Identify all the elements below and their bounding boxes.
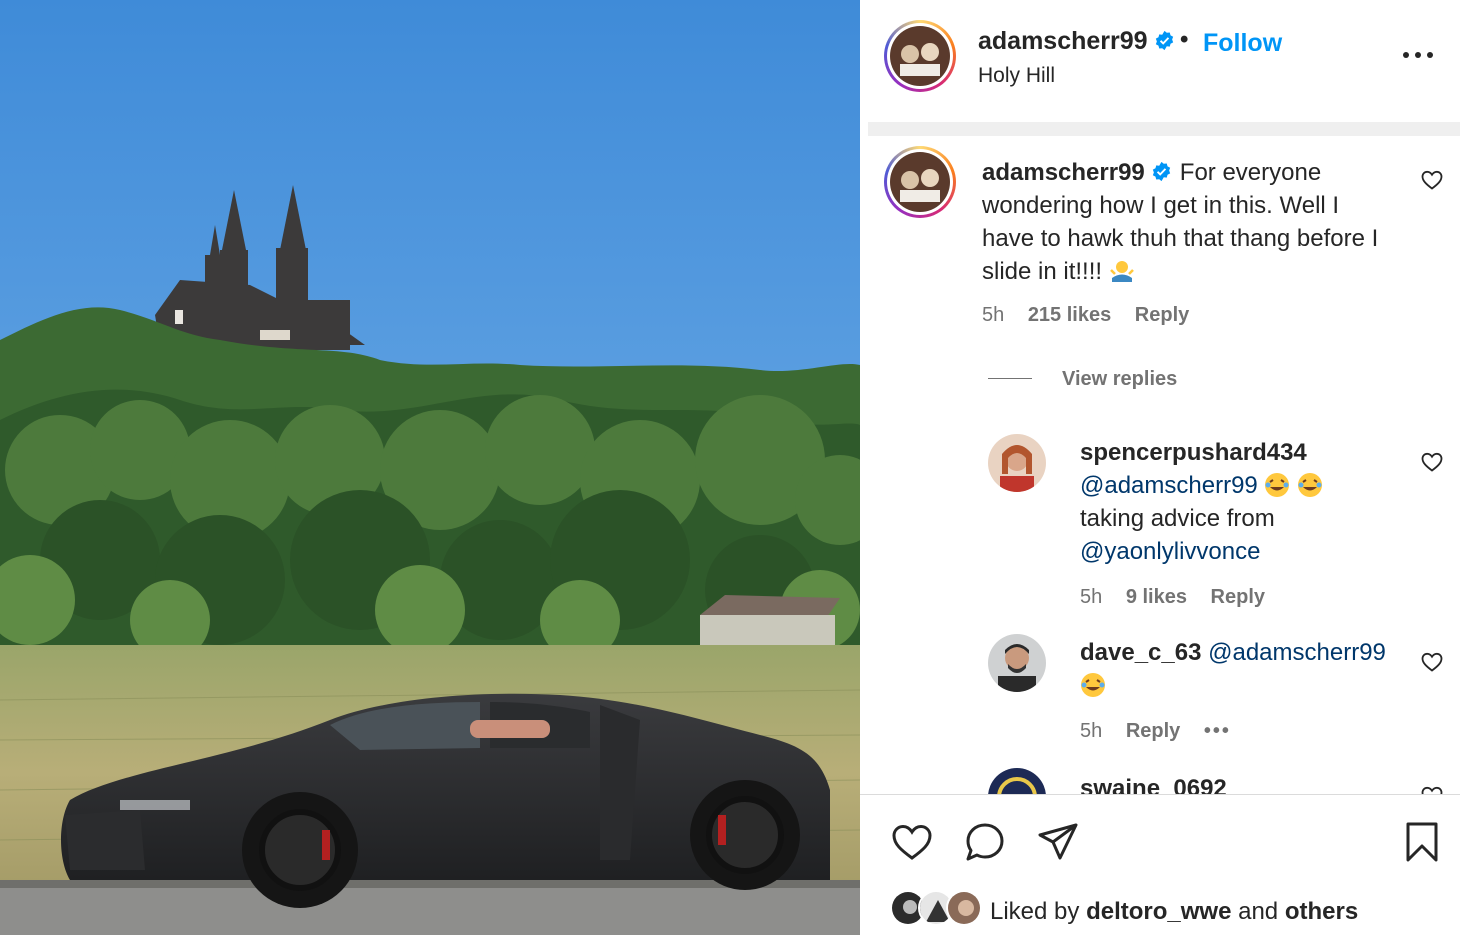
comments-list[interactable]: adamscherr99 For everyone wondering how I…	[860, 136, 1460, 794]
reply-mention[interactable]: @yaonlylivvonce	[1080, 538, 1260, 565]
liked-by-and: and	[1238, 898, 1279, 925]
view-replies-button[interactable]: View replies	[988, 368, 1177, 391]
view-replies-label: View replies	[1062, 368, 1178, 390]
laughing-emoji-icon	[1265, 473, 1290, 497]
laughing-emoji-icon	[1081, 673, 1105, 697]
reply-avatar[interactable]	[988, 768, 1046, 794]
instagram-post: adamscherr99 • Follow Holy Hill adamsche…	[0, 0, 1460, 935]
reply-time[interactable]: 5h	[1080, 720, 1102, 742]
author-username-text[interactable]: adamscherr99	[978, 27, 1148, 55]
reply-text: spencerpushard434 @adamscherr99 taking a…	[1080, 436, 1400, 568]
post-photo[interactable]	[0, 0, 860, 935]
verified-badge-icon	[1155, 30, 1173, 51]
caption-time[interactable]: 5h	[982, 304, 1004, 326]
author-avatar[interactable]	[884, 20, 956, 92]
liked-by-user[interactable]: deltoro_wwe	[1086, 898, 1231, 925]
heart-icon[interactable]	[1420, 650, 1444, 674]
post-location[interactable]: Holy Hill	[978, 64, 1055, 88]
avatar-image	[988, 768, 1046, 794]
photo-scene-image	[0, 0, 860, 935]
author-username[interactable]: adamscherr99	[978, 27, 1175, 56]
shrug-emoji-icon	[1109, 261, 1134, 282]
heart-icon[interactable]	[890, 820, 934, 864]
post-side-panel: adamscherr99 • Follow Holy Hill adamsche…	[860, 0, 1460, 935]
caption-text: adamscherr99 For everyone wondering how I…	[982, 156, 1382, 288]
more-horizontal-icon[interactable]	[1400, 40, 1436, 70]
reply-likes[interactable]: 9 likes	[1126, 586, 1187, 608]
actions-divider	[860, 794, 1460, 795]
reply-time[interactable]: 5h	[1080, 586, 1102, 608]
comment-more-button[interactable]: •••	[1204, 720, 1231, 742]
caption-likes[interactable]: 215 likes	[1028, 304, 1111, 326]
heart-icon[interactable]	[1420, 168, 1444, 192]
avatar-image	[890, 152, 950, 212]
reply-reply-button[interactable]: Reply	[1211, 586, 1265, 608]
paper-plane-icon[interactable]	[1036, 820, 1080, 864]
reply-mention[interactable]: @adamscherr99	[1080, 472, 1258, 499]
follow-button[interactable]: Follow	[1203, 29, 1282, 58]
caption-avatar[interactable]	[884, 146, 956, 218]
header-separator: •	[1180, 26, 1189, 53]
reply-text: swaine_0692	[1080, 772, 1227, 794]
caption-reply-button[interactable]: Reply	[1135, 304, 1189, 326]
view-replies-line	[988, 378, 1032, 379]
bookmark-icon[interactable]	[1400, 820, 1444, 864]
liked-by-others[interactable]: others	[1285, 898, 1358, 925]
heart-icon[interactable]	[1420, 784, 1444, 794]
reply-avatar[interactable]	[988, 634, 1046, 692]
laughing-emoji-icon	[1298, 473, 1323, 497]
reply-username[interactable]: dave_c_63	[1080, 639, 1201, 666]
post-header: adamscherr99 • Follow Holy Hill	[860, 0, 1460, 122]
liked-by-prefix: Liked by	[990, 898, 1080, 925]
header-divider	[868, 122, 1460, 136]
caption-meta: 5h 215 likes Reply	[982, 304, 1207, 327]
reply-mention[interactable]: @adamscherr99	[1208, 639, 1386, 666]
comment-icon[interactable]	[963, 820, 1007, 864]
reply-meta: 5h 9 likes Reply	[1080, 586, 1283, 609]
avatar-image	[988, 434, 1046, 492]
reply-reply-button[interactable]: Reply	[1126, 720, 1180, 742]
reply-meta: 5h Reply •••	[1080, 720, 1249, 743]
reply-username[interactable]: swaine_0692	[1080, 775, 1227, 794]
liked-by-text: Liked by deltoro_wwe and others	[990, 898, 1358, 926]
reply-username[interactable]: spencerpushard434	[1080, 439, 1307, 466]
reply-avatar[interactable]	[988, 434, 1046, 492]
liker-avatar[interactable]	[946, 890, 982, 926]
verified-badge-icon	[1152, 161, 1170, 182]
avatar-image	[948, 892, 980, 924]
avatar-image	[890, 26, 950, 86]
reply-text: dave_c_63 @adamscherr99	[1080, 636, 1410, 702]
reply-body: taking advice from	[1080, 505, 1275, 532]
avatar-image	[988, 634, 1046, 692]
caption-username[interactable]: adamscherr99	[982, 159, 1145, 186]
heart-icon[interactable]	[1420, 450, 1444, 474]
